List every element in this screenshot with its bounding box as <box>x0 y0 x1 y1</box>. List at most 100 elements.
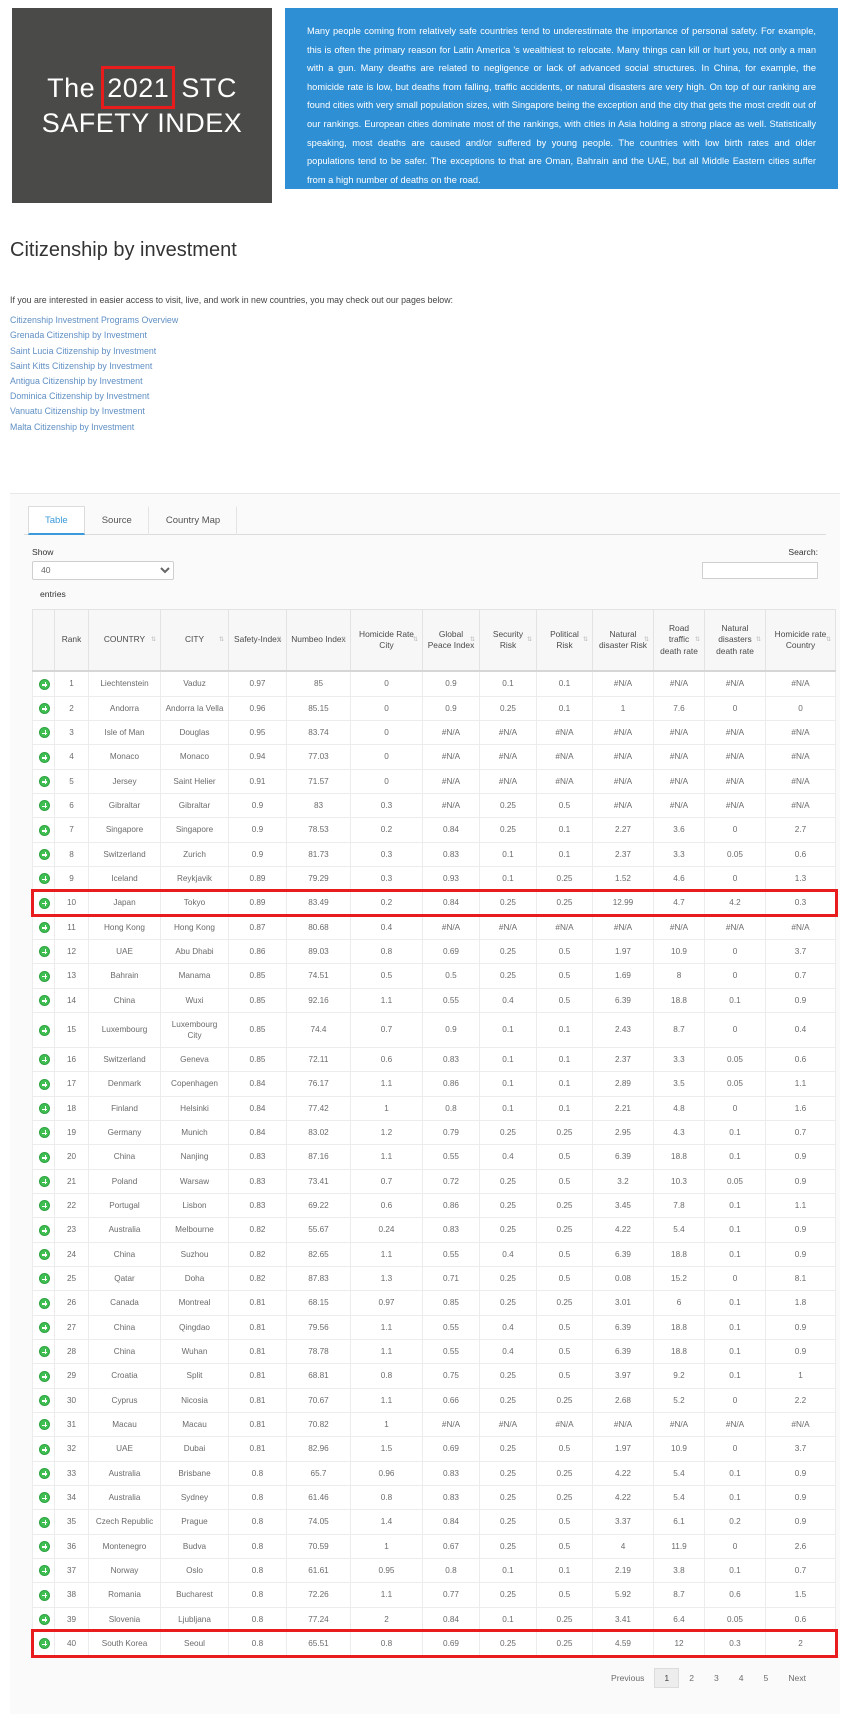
tab-country-map[interactable]: Country Map <box>149 506 237 535</box>
plus-circle-icon[interactable] <box>39 946 50 957</box>
table-row[interactable]: 27ChinaQingdao0.8179.561.10.550.40.56.39… <box>33 1315 836 1339</box>
table-row[interactable]: 4MonacoMonaco0.9477.030#N/A#N/A#N/A#N/A#… <box>33 745 836 769</box>
plus-circle-icon[interactable] <box>39 971 50 982</box>
plus-circle-icon[interactable] <box>39 825 50 836</box>
plus-circle-icon[interactable] <box>39 1590 50 1601</box>
table-row[interactable]: 7SingaporeSingapore0.978.530.20.840.250.… <box>33 818 836 842</box>
plus-circle-icon[interactable] <box>39 679 50 690</box>
expand-row-cell[interactable] <box>33 964 55 988</box>
table-row[interactable]: 33AustraliaBrisbane0.865.70.960.830.250.… <box>33 1461 836 1485</box>
plus-circle-icon[interactable] <box>39 1273 50 1284</box>
expand-row-cell[interactable] <box>33 671 55 696</box>
expand-row-cell[interactable] <box>33 1194 55 1218</box>
plus-circle-icon[interactable] <box>39 1322 50 1333</box>
plus-circle-icon[interactable] <box>39 1492 50 1503</box>
expand-row-cell[interactable] <box>33 1169 55 1193</box>
table-row[interactable]: 10JapanTokyo0.8983.490.20.840.250.2512.9… <box>33 891 836 915</box>
sort-arrows-icon[interactable]: ⇅ <box>644 637 649 643</box>
expand-row-cell[interactable] <box>33 1266 55 1290</box>
citizenship-link-1[interactable]: Grenada Citizenship by Investment <box>10 328 840 343</box>
table-row[interactable]: 26CanadaMontreal0.8168.150.970.850.250.2… <box>33 1291 836 1315</box>
sort-arrows-icon[interactable]: ⇅ <box>756 637 761 643</box>
plus-circle-icon[interactable] <box>39 1249 50 1260</box>
table-row[interactable]: 6GibraltarGibraltar0.9830.3#N/A0.250.5#N… <box>33 793 836 817</box>
table-row[interactable]: 35Czech RepublicPrague0.874.051.40.840.2… <box>33 1510 836 1534</box>
plus-circle-icon[interactable] <box>39 1371 50 1382</box>
expand-row-cell[interactable] <box>33 1631 55 1655</box>
table-row[interactable]: 22PortugalLisbon0.8369.220.60.860.250.25… <box>33 1194 836 1218</box>
table-row[interactable]: 2AndorraAndorra la Vella0.9685.1500.90.2… <box>33 696 836 720</box>
sort-arrows-icon[interactable]: ⇅ <box>583 637 588 643</box>
plus-circle-icon[interactable] <box>39 703 50 714</box>
table-row[interactable]: 14ChinaWuxi0.8592.161.10.550.40.56.3918.… <box>33 988 836 1012</box>
plus-circle-icon[interactable] <box>39 922 50 933</box>
plus-circle-icon[interactable] <box>39 1614 50 1625</box>
expand-row-cell[interactable] <box>33 1485 55 1509</box>
expand-row-cell[interactable] <box>33 1218 55 1242</box>
column-header-security[interactable]: Security Risk⇅ <box>480 609 537 671</box>
plus-circle-icon[interactable] <box>39 1079 50 1090</box>
expand-row-cell[interactable] <box>33 1242 55 1266</box>
column-header-city[interactable]: CITY⇅ <box>161 609 229 671</box>
table-row[interactable]: 25QatarDoha0.8287.831.30.710.250.50.0815… <box>33 1266 836 1290</box>
column-header-nat_risk[interactable]: Natural disaster Risk⇅ <box>593 609 654 671</box>
table-row[interactable]: 31MacauMacau0.8170.821#N/A#N/A#N/A#N/A#N… <box>33 1412 836 1436</box>
column-header-gpi[interactable]: Global Peace Index⇅ <box>423 609 480 671</box>
table-row[interactable]: 38RomaniaBucharest0.872.261.10.770.250.5… <box>33 1583 836 1607</box>
column-header-nat_death[interactable]: Natural disasters death rate⇅ <box>705 609 766 671</box>
expand-row-cell[interactable] <box>33 1558 55 1582</box>
show-entries-select[interactable]: 10254050100 <box>32 561 174 580</box>
citizenship-link-7[interactable]: Malta Citizenship by Investment <box>10 420 840 435</box>
expand-row-cell[interactable] <box>33 1121 55 1145</box>
table-row[interactable]: 30CyprusNicosia0.8170.671.10.660.250.252… <box>33 1388 836 1412</box>
table-row[interactable]: 32UAEDubai0.8182.961.50.690.250.51.9710.… <box>33 1437 836 1461</box>
plus-circle-icon[interactable] <box>39 873 50 884</box>
expand-row-cell[interactable] <box>33 696 55 720</box>
expand-row-cell[interactable] <box>33 1048 55 1072</box>
plus-circle-icon[interactable] <box>39 1638 50 1649</box>
plus-circle-icon[interactable] <box>39 1103 50 1114</box>
expand-row-cell[interactable] <box>33 891 55 915</box>
expand-row-cell[interactable] <box>33 745 55 769</box>
sort-arrows-icon[interactable]: ⇅ <box>151 637 156 643</box>
table-row[interactable]: 5JerseySaint Helier0.9171.570#N/A#N/A#N/… <box>33 769 836 793</box>
sort-arrows-icon[interactable]: ⇅ <box>277 637 282 643</box>
sort-arrows-icon[interactable]: ⇅ <box>695 637 700 643</box>
table-row[interactable]: 12UAEAbu Dhabi0.8689.030.80.690.250.51.9… <box>33 939 836 963</box>
pagination-next[interactable]: Next <box>778 1668 816 1688</box>
expand-row-cell[interactable] <box>33 1145 55 1169</box>
plus-circle-icon[interactable] <box>39 1200 50 1211</box>
pagination-previous[interactable]: Previous <box>601 1668 654 1688</box>
column-header-numbeo[interactable]: Numbeo Index⇅ <box>287 609 351 671</box>
plus-circle-icon[interactable] <box>39 849 50 860</box>
sort-arrows-icon[interactable]: ⇅ <box>413 637 418 643</box>
pagination-page-1[interactable]: 1 <box>654 1668 679 1688</box>
table-row[interactable]: 17DenmarkCopenhagen0.8476.171.10.860.10.… <box>33 1072 836 1096</box>
expand-row-cell[interactable] <box>33 939 55 963</box>
pagination-page-5[interactable]: 5 <box>754 1668 779 1688</box>
expand-row-cell[interactable] <box>33 1315 55 1339</box>
table-row[interactable]: 11Hong KongHong Kong0.8780.680.4#N/A#N/A… <box>33 915 836 939</box>
citizenship-link-4[interactable]: Antigua Citizenship by Investment <box>10 374 840 389</box>
expand-row-cell[interactable] <box>33 1437 55 1461</box>
table-row[interactable]: 36MontenegroBudva0.870.5910.670.250.5411… <box>33 1534 836 1558</box>
plus-circle-icon[interactable] <box>39 1468 50 1479</box>
tab-source[interactable]: Source <box>85 506 149 535</box>
plus-circle-icon[interactable] <box>39 776 50 787</box>
table-row[interactable]: 29CroatiaSplit0.8168.810.80.750.250.53.9… <box>33 1364 836 1388</box>
plus-circle-icon[interactable] <box>39 1395 50 1406</box>
citizenship-link-3[interactable]: Saint Kitts Citizenship by Investment <box>10 359 840 374</box>
expand-row-cell[interactable] <box>33 1339 55 1363</box>
pagination-page-4[interactable]: 4 <box>729 1668 754 1688</box>
table-row[interactable]: 37NorwayOslo0.861.610.950.80.10.12.193.8… <box>33 1558 836 1582</box>
expand-row-cell[interactable] <box>33 1291 55 1315</box>
plus-circle-icon[interactable] <box>39 995 50 1006</box>
expand-row-cell[interactable] <box>33 1364 55 1388</box>
expand-row-cell[interactable] <box>33 842 55 866</box>
pagination-page-3[interactable]: 3 <box>704 1668 729 1688</box>
expand-row-cell[interactable] <box>33 793 55 817</box>
plus-circle-icon[interactable] <box>39 1054 50 1065</box>
expand-row-cell[interactable] <box>33 1607 55 1631</box>
pagination-page-2[interactable]: 2 <box>679 1668 704 1688</box>
table-row[interactable]: 18FinlandHelsinki0.8477.4210.80.10.12.21… <box>33 1096 836 1120</box>
